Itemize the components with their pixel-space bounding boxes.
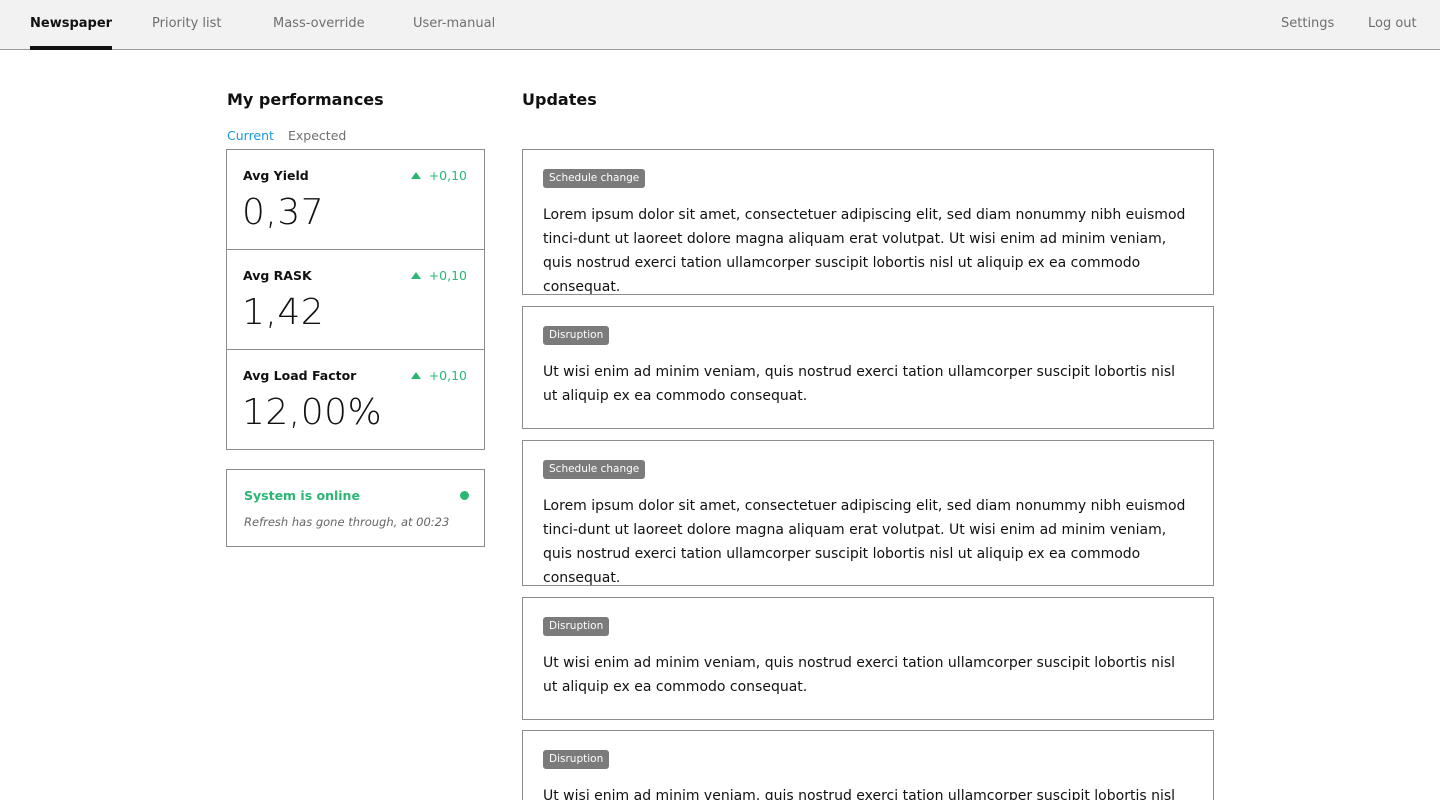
status-subtitle: Refresh has gone through, at 00:23 (244, 515, 450, 529)
nav-settings-link[interactable]: Settings (1281, 0, 1334, 49)
metric-value: 0,37 (242, 192, 325, 233)
tab-current[interactable]: Current (227, 128, 274, 143)
metric-delta: +0,10 (410, 368, 467, 383)
update-card[interactable]: Disruption Ut wisi enim ad minim veniam,… (522, 597, 1214, 720)
update-card[interactable]: Schedule change Lorem ipsum dolor sit am… (522, 440, 1214, 586)
metric-list: Avg Yield +0,10 0,37 Avg RASK +0,10 1,42… (226, 149, 485, 450)
metric-delta-value: +0,10 (428, 268, 467, 283)
update-tag-badge: Disruption (543, 617, 610, 636)
metric-card-avg-load-factor: Avg Load Factor +0,10 12,00% (227, 350, 484, 449)
metric-delta: +0,10 (410, 268, 467, 283)
status-dot-icon (460, 491, 469, 500)
nav-tab-mass-override[interactable]: Mass-override (273, 0, 365, 49)
tab-expected[interactable]: Expected (288, 128, 346, 143)
update-tag-badge: Schedule change (543, 169, 646, 188)
update-card[interactable]: Disruption Ut wisi enim ad minim veniam,… (522, 730, 1214, 800)
update-card[interactable]: Disruption Ut wisi enim ad minim veniam,… (522, 306, 1214, 429)
metric-delta-value: +0,10 (428, 168, 467, 183)
updates-title: Updates (522, 90, 597, 109)
update-text: Lorem ipsum dolor sit amet, consectetuer… (543, 207, 1186, 295)
metric-delta: +0,10 (410, 168, 467, 183)
metric-label: Avg RASK (243, 268, 312, 283)
metric-value: 1,42 (242, 292, 325, 333)
metric-value: 12,00% (242, 392, 383, 433)
update-tag-badge: Disruption (543, 750, 610, 769)
triangle-up-icon (410, 272, 421, 279)
triangle-up-icon (410, 172, 421, 179)
update-text: Ut wisi enim ad minim veniam, quis nostr… (543, 655, 1176, 695)
update-text: Lorem ipsum dolor sit amet, consectetuer… (543, 498, 1186, 586)
metric-label: Avg Yield (243, 168, 309, 183)
nav-tab-priority-list[interactable]: Priority list (152, 0, 222, 49)
update-tag-badge: Schedule change (543, 460, 646, 479)
system-status-card: System is online Refresh has gone throug… (226, 469, 485, 547)
triangle-up-icon (410, 372, 421, 379)
top-navigation: Newspaper Priority list Mass-override Us… (0, 0, 1440, 50)
metric-label: Avg Load Factor (243, 368, 357, 383)
metric-card-avg-rask: Avg RASK +0,10 1,42 (227, 250, 484, 350)
update-card[interactable]: Schedule change Lorem ipsum dolor sit am… (522, 149, 1214, 295)
performance-title: My performances (227, 90, 384, 109)
metric-card-avg-yield: Avg Yield +0,10 0,37 (227, 150, 484, 250)
update-text: Ut wisi enim ad minim veniam, quis nostr… (543, 364, 1176, 404)
status-title: System is online (244, 488, 360, 503)
nav-tab-newspaper[interactable]: Newspaper (30, 0, 113, 50)
nav-logout-link[interactable]: Log out (1368, 0, 1417, 49)
metric-delta-value: +0,10 (428, 368, 467, 383)
nav-tab-user-manual[interactable]: User-manual (413, 0, 495, 49)
update-tag-badge: Disruption (543, 326, 610, 345)
update-text: Ut wisi enim ad minim veniam, quis nostr… (543, 788, 1176, 800)
